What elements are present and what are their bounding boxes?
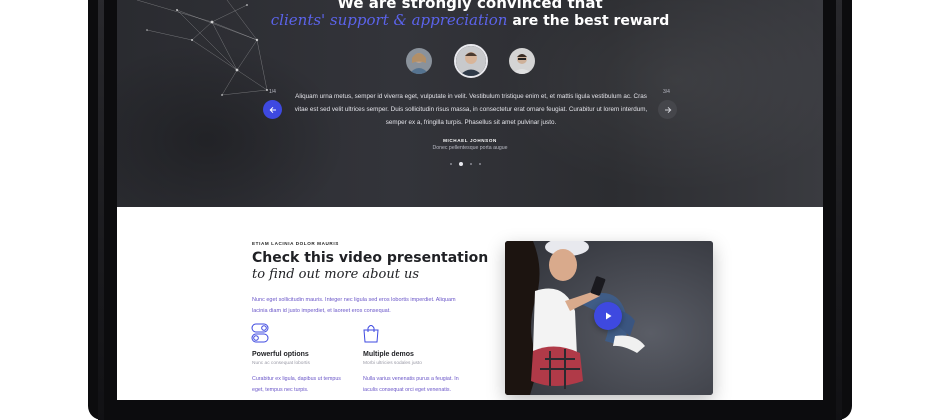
section-intro: Nunc eget sollicitudin mauris. Integer n… [252, 297, 456, 314]
feature-text-2: Nulla varius venenatis purus a feugiat. … [363, 376, 459, 393]
heading-accent: clients' support & appreciation [270, 11, 508, 29]
arrow-left-icon [269, 106, 276, 113]
slider-pagination [450, 162, 481, 166]
tablet-bezel-left [98, 0, 104, 420]
tablet-screen: We are strongly convinced that clients' … [117, 0, 823, 400]
pagination-dot-3[interactable] [470, 163, 472, 165]
testimonial-author: MICHAEL JOHNSON [443, 138, 497, 143]
pagination-dot-1[interactable] [450, 163, 452, 165]
client-avatar-1[interactable] [406, 48, 432, 74]
section-eyebrow: ETIAM LACINIA DOLOR MAURIS [252, 241, 339, 246]
feature-subtitle-2: Morbi ultricies sodales justo [363, 361, 422, 366]
feature-title-1: Powerful options [252, 351, 309, 358]
toggle-switch-icon [251, 323, 269, 343]
testimonial-quote: Aliquam urna metus, semper id viverra eg… [294, 93, 648, 126]
client-avatar-2-active[interactable] [454, 44, 488, 78]
pagination-dot-2-active[interactable] [459, 162, 463, 166]
feature-title-2: Multiple demos [363, 351, 414, 358]
section-subtitle: to find out more about us [252, 267, 420, 282]
arrow-right-icon [664, 106, 671, 113]
slide-counter-prev: 1/4 [269, 89, 276, 95]
play-video-button[interactable] [594, 302, 622, 330]
feature-subtitle-1: Nunc ac consequat lobortis [252, 361, 310, 366]
section-title: Check this video presentation [252, 250, 489, 266]
pagination-dot-4[interactable] [479, 163, 481, 165]
shopping-bag-icon [363, 325, 379, 343]
video-thumbnail[interactable] [505, 241, 713, 395]
testimonials-section: We are strongly convinced that clients' … [117, 0, 823, 207]
next-testimonial-button[interactable] [658, 100, 677, 119]
testimonial-author-role: Donec pellentesque porta augue [432, 145, 508, 151]
play-icon [606, 312, 612, 320]
client-avatar-3[interactable] [509, 48, 535, 74]
tablet-bezel-right [836, 0, 842, 420]
slide-counter-next: 3/4 [663, 89, 670, 95]
prev-testimonial-button[interactable] [263, 100, 282, 119]
video-section: ETIAM LACINIA DOLOR MAURIS Check this vi… [117, 207, 823, 400]
heading-rest: are the best reward [507, 13, 670, 29]
feature-text-1: Curabitur ex ligula, dapibus ut tempus e… [252, 376, 341, 393]
testimonials-heading-line2: clients' support & appreciation are the … [117, 11, 823, 29]
